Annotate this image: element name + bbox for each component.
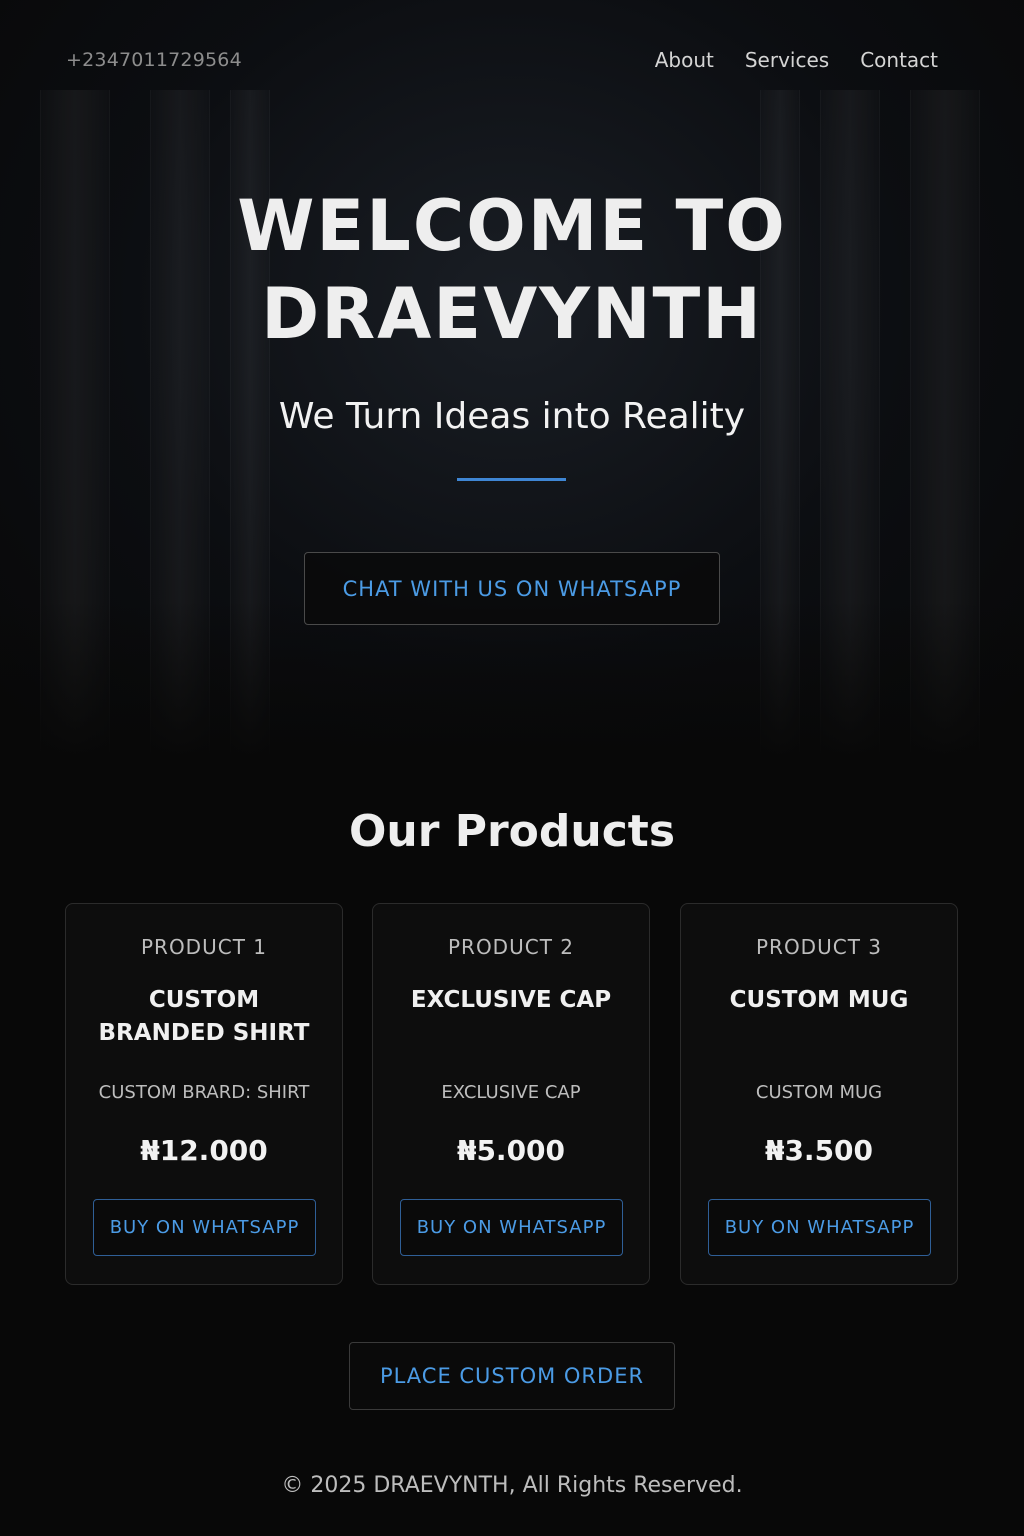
product-name: EXCLUSIVE CAP — [410, 987, 612, 1013]
place-custom-order-button[interactable]: PLACE CUSTOM ORDER — [349, 1342, 675, 1410]
product-description: EXCLUSIVE CAP — [441, 1082, 581, 1103]
product-price: ₦3.500 — [764, 1134, 874, 1167]
hero-divider — [457, 478, 566, 481]
products-title: Our Products — [348, 806, 676, 857]
product-price: ₦12.000 — [140, 1134, 268, 1167]
nav-about[interactable]: About — [655, 48, 714, 72]
hero-subtitle: We Turn Ideas into Reality — [278, 396, 746, 437]
nav-services[interactable]: Services — [745, 48, 829, 72]
main-nav: About Services Contact — [655, 48, 938, 72]
landing-page: +2347011729564 About Services Contact WE… — [0, 0, 1024, 1536]
product-card-1: PRODUCT 1 CUSTOM BRANDED SHIRT CUSTOM BR… — [65, 903, 343, 1285]
hero-title: WELCOME TO DRAEVYNTH — [0, 182, 1024, 358]
buy-on-whatsapp-button[interactable]: BUY ON WHATSAPP — [708, 1199, 931, 1256]
product-price: ₦5.000 — [456, 1134, 566, 1167]
product-description: CUSTOM MUG — [755, 1082, 883, 1103]
hero-background — [0, 0, 1024, 760]
product-description: CUSTOM BRARD: SHIRT — [98, 1082, 310, 1103]
product-number: PRODUCT 2 — [447, 935, 574, 959]
hero-title-line1: WELCOME TO — [237, 185, 787, 267]
buy-on-whatsapp-button[interactable]: BUY ON WHATSAPP — [93, 1199, 316, 1256]
product-card-3: PRODUCT 3 CUSTOM MUG CUSTOM MUG ₦3.500 B… — [680, 903, 958, 1285]
product-number: PRODUCT 1 — [140, 935, 267, 959]
nav-contact[interactable]: Contact — [860, 48, 938, 72]
buy-on-whatsapp-button[interactable]: BUY ON WHATSAPP — [400, 1199, 623, 1256]
whatsapp-chat-button[interactable]: CHAT WITH US ON WHATSAPP — [304, 552, 720, 625]
product-card-2: PRODUCT 2 EXCLUSIVE CAP EXCLUSIVE CAP ₦5… — [372, 903, 650, 1285]
product-number: PRODUCT 3 — [755, 935, 882, 959]
product-name: CUSTOM MUG — [729, 987, 909, 1013]
footer-copyright: © 2025 DRAEVYNTH, All Rights Reserved. — [281, 1473, 743, 1498]
product-name: CUSTOM BRANDED SHIRT — [98, 987, 310, 1046]
hero-title-line2: DRAEVYNTH — [261, 273, 763, 355]
phone-number[interactable]: +2347011729564 — [66, 49, 242, 71]
